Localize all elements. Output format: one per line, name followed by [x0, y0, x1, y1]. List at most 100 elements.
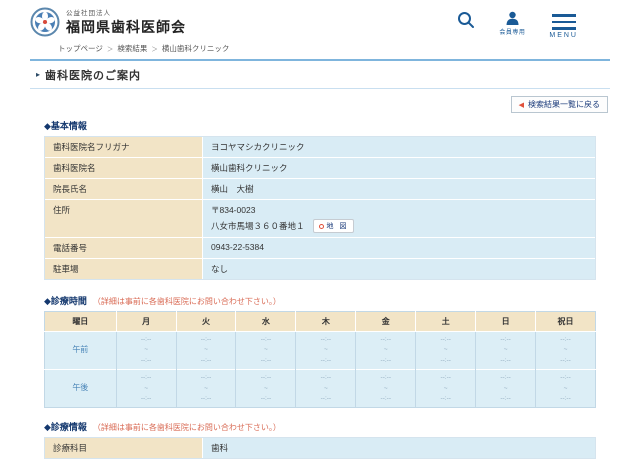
- breadcrumb-item[interactable]: トップページ: [58, 44, 103, 53]
- row-value: 〒834-0023 八女市馬場３６０番地１ 地 図: [203, 200, 595, 237]
- hours-cell: --:-- ~ --:--: [115, 330, 177, 370]
- hours-column-header: 月: [115, 311, 177, 332]
- search-icon: [458, 12, 475, 28]
- postal-code: 〒834-0023: [211, 205, 256, 215]
- hours-row: 午後 --:-- ~ --:-- --:-- ~ --:-- --:-- ~ --:-- --:--…: [44, 369, 596, 408]
- hours-time: --:--: [200, 336, 212, 343]
- row-label: 住所: [45, 200, 203, 237]
- hours-time: --:--: [260, 336, 272, 343]
- hours-time: ~: [264, 346, 268, 354]
- row-label: 電話番号: [45, 238, 203, 258]
- hours-time: --:--: [140, 336, 152, 343]
- hours-time: ~: [144, 384, 148, 392]
- hours-time: --:--: [440, 394, 451, 402]
- hours-time: --:--: [260, 394, 272, 402]
- hours-header-row: 曜日月火水木金土日祝日: [44, 311, 596, 332]
- map-button-label: 地 図: [326, 223, 349, 230]
- title-arrow-icon: ▸: [36, 70, 41, 79]
- hours-column-header: 水: [235, 311, 296, 332]
- row-value: ヨコヤマシカクリニック: [203, 137, 595, 157]
- hours-heading: ◆診療時間: [44, 296, 87, 306]
- hours-time: --:--: [560, 374, 571, 382]
- menu-button[interactable]: MENU: [549, 11, 578, 39]
- hours-cell: --:-- ~ --:--: [535, 330, 596, 370]
- hours-time: --:--: [200, 394, 212, 402]
- search-button[interactable]: [457, 11, 475, 29]
- hours-cell: --:-- ~ --:--: [355, 369, 416, 408]
- title-bar: ▸ 歯科医院のご案内: [30, 58, 610, 89]
- hours-time: --:--: [320, 374, 332, 382]
- hours-time: --:--: [380, 356, 391, 364]
- row-label: 診療科目: [45, 438, 203, 459]
- treatment-info-section: ◆診療情報 （詳細は事前に各歯科医院にお問い合わせ下さい。） 診療科目 歯科: [30, 420, 610, 459]
- hours-time: ~: [383, 384, 388, 392]
- hours-cell: --:-- ~ --:--: [235, 330, 296, 370]
- hours-time: --:--: [380, 336, 391, 343]
- hours-time: --:--: [560, 356, 571, 364]
- hours-column-header: 金: [355, 311, 416, 332]
- row-value: 歯科: [203, 438, 595, 459]
- hours-time: --:--: [500, 356, 511, 364]
- row-value: 0943-22-5384: [203, 238, 595, 258]
- hours-time: --:--: [260, 356, 272, 364]
- hours-time: ~: [563, 384, 568, 392]
- brand: 公益社団法人 福岡県歯科医師会: [30, 7, 186, 37]
- table-row: 歯科医院名 横山歯科クリニック: [45, 158, 595, 179]
- person-icon: [506, 11, 519, 25]
- hours-time: ~: [323, 384, 328, 392]
- row-label: 駐車場: [45, 259, 203, 279]
- hours-column-header: 日: [475, 311, 536, 332]
- hours-note: （詳細は事前に各歯科医院にお問い合わせ下さい。）: [92, 297, 281, 306]
- hours-cell: --:-- ~ --:--: [355, 330, 416, 370]
- hours-time: --:--: [200, 356, 212, 364]
- hours-time: ~: [503, 384, 508, 392]
- hours-column-header: 祝日: [535, 311, 596, 332]
- treatment-info-heading: ◆診療情報: [44, 422, 87, 433]
- page: 公益社団法人 福岡県歯科医師会 会員専用 MENU トップページ ＞ 検索結果 …: [30, 0, 610, 459]
- hours-time: --:--: [320, 394, 332, 402]
- hours-time: ~: [323, 346, 328, 354]
- breadcrumb-separator: ＞: [151, 45, 158, 53]
- breadcrumb: トップページ＞検索結果＞横山歯科クリニック: [30, 43, 610, 54]
- hours-column-header: 火: [175, 311, 236, 332]
- org-type: 公益社団法人: [66, 10, 111, 17]
- back-row: ◀ 検索結果一覧に戻る: [30, 94, 608, 113]
- hours-time: --:--: [320, 356, 332, 364]
- hours-time: ~: [443, 384, 448, 392]
- hours-time: ~: [563, 346, 568, 354]
- hours-cell: --:-- ~ --:--: [475, 330, 536, 370]
- hours-time: ~: [204, 384, 208, 392]
- basic-info-table: 歯科医院名フリガナ ヨコヤマシカクリニック 歯科医院名 横山歯科クリニック 院長氏名 横山…: [44, 136, 596, 280]
- members-only-button[interactable]: 会員専用: [499, 11, 525, 36]
- hours-time: --:--: [380, 394, 391, 402]
- hours-time: --:--: [500, 374, 511, 382]
- org-name: 福岡県歯科医師会: [66, 19, 186, 35]
- hours-time: --:--: [500, 336, 511, 343]
- hours-cell: --:-- ~ --:--: [415, 330, 476, 370]
- hours-time: --:--: [440, 356, 451, 364]
- hours-time: --:--: [380, 374, 391, 382]
- map-button[interactable]: 地 図: [312, 219, 355, 233]
- hours-cell: --:-- ~ --:--: [175, 330, 236, 370]
- association-logo-icon: [30, 7, 60, 37]
- back-to-results-button[interactable]: ◀ 検索結果一覧に戻る: [510, 96, 608, 113]
- basic-info-heading: ◆基本情報: [44, 121, 87, 131]
- hours-row: 午前 --:-- ~ --:-- --:-- ~ --:-- --:-- ~ --:-- --:--…: [44, 330, 596, 370]
- back-arrow-icon: ◀: [518, 101, 524, 109]
- hours-time: --:--: [560, 336, 571, 343]
- hours-column-header: 木: [295, 311, 356, 332]
- breadcrumb-item[interactable]: 検索結果: [117, 44, 147, 53]
- hours-time: ~: [144, 346, 148, 354]
- hours-time: --:--: [500, 394, 511, 402]
- row-label: 歯科医院名フリガナ: [45, 137, 203, 157]
- menu-label: MENU: [549, 31, 578, 39]
- hours-time: --:--: [260, 374, 272, 382]
- hours-row-label: 午後: [44, 369, 117, 408]
- back-button-label: 検索結果一覧に戻る: [528, 100, 600, 109]
- hours-time: ~: [264, 384, 268, 392]
- hamburger-icon: [551, 11, 576, 30]
- row-value: 横山歯科クリニック: [203, 158, 595, 178]
- brand-text: 公益社団法人 福岡県歯科医師会: [66, 7, 186, 37]
- hours-time: --:--: [140, 394, 152, 402]
- table-row: 院長氏名 横山 大樹: [45, 179, 595, 200]
